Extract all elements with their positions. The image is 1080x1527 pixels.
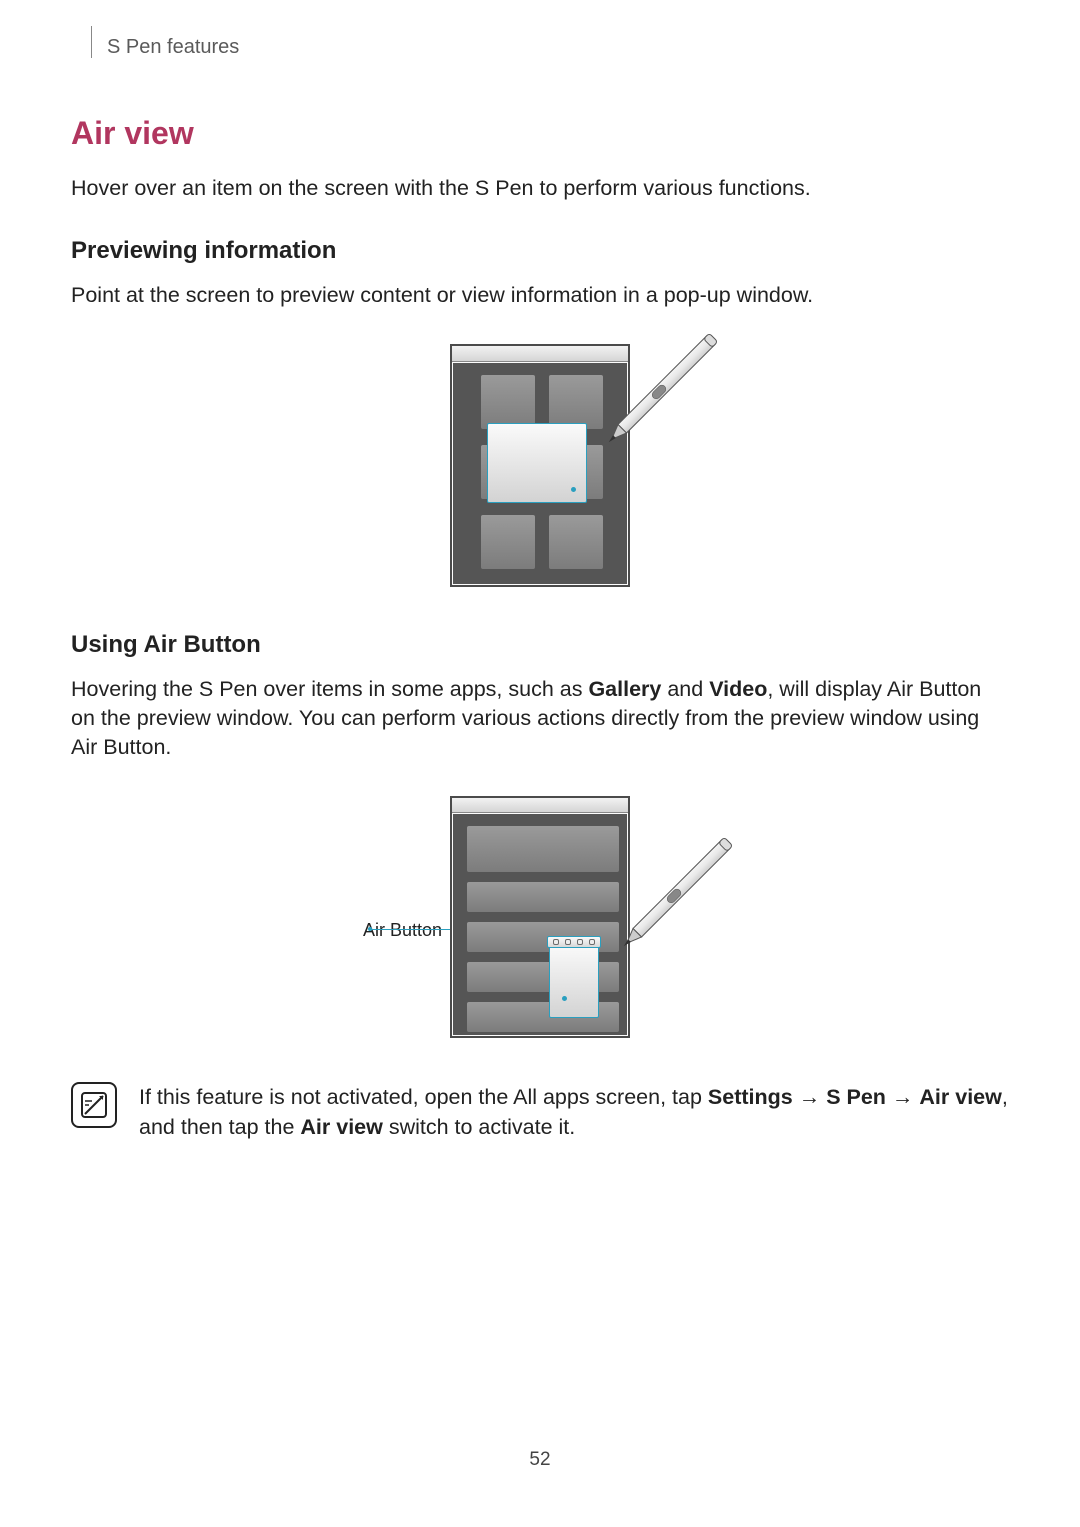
section-intro: Hover over an item on the screen with th… xyxy=(71,174,1009,203)
text-air-button: Hovering the S Pen over items in some ap… xyxy=(71,675,1009,762)
manual-page: S Pen features Air view Hover over an it… xyxy=(0,0,1080,1527)
heading-air-button: Using Air Button xyxy=(71,631,1009,659)
popup-preview-window xyxy=(487,423,587,503)
page-number: 52 xyxy=(0,1449,1080,1471)
callout-air-button-label: Air Button xyxy=(230,920,450,941)
heading-previewing: Previewing information xyxy=(71,237,1009,265)
figure-air-button: Air Button xyxy=(71,796,1009,1038)
text-previewing: Point at the screen to preview content o… xyxy=(71,281,1009,310)
figure-previewing xyxy=(71,344,1009,587)
section-title-air-view: Air view xyxy=(71,115,1009,152)
phone-mock-preview xyxy=(450,344,630,587)
note-text: If this feature is not activated, open t… xyxy=(139,1082,1009,1142)
note-icon xyxy=(71,1082,117,1128)
note-block: If this feature is not activated, open t… xyxy=(71,1082,1009,1142)
phone-mock-air-button xyxy=(450,796,630,1038)
popup-thumbnail xyxy=(549,944,599,1018)
breadcrumb: S Pen features xyxy=(71,36,1009,59)
air-button-toolbar xyxy=(547,936,601,948)
